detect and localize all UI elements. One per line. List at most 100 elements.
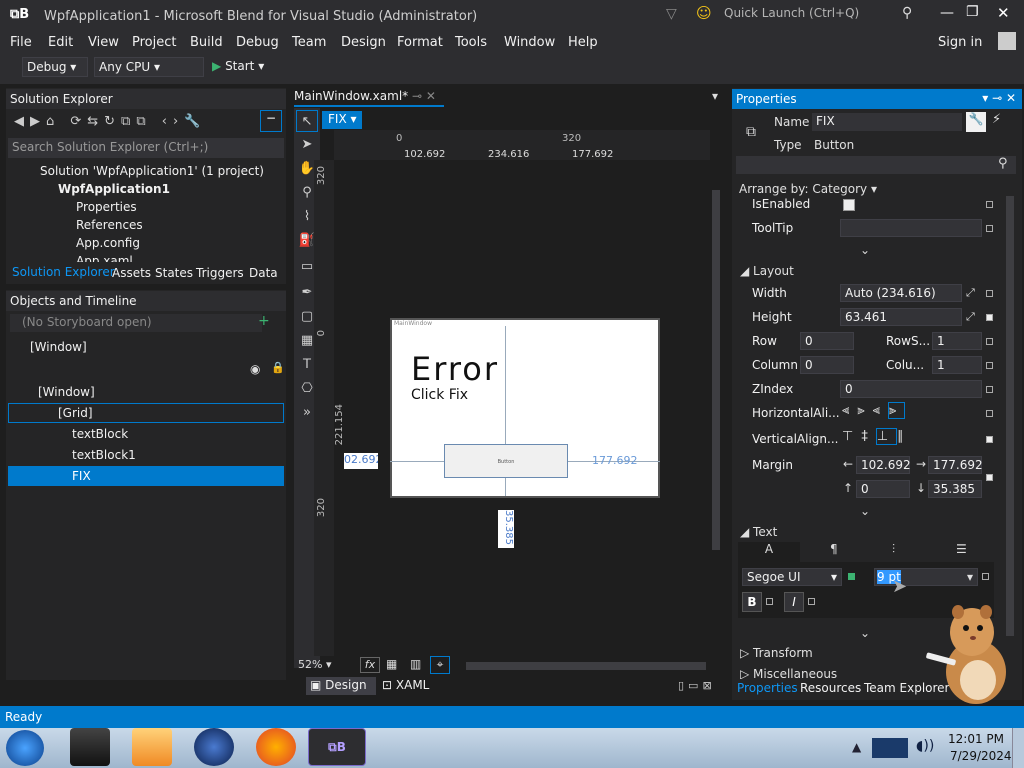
tray-volume-icon[interactable]: ◖)) (916, 738, 934, 754)
snap-lines-icon[interactable]: ⌖ (430, 656, 450, 674)
italic-marker[interactable] (808, 598, 815, 605)
fx-button[interactable]: fx (360, 657, 380, 673)
margin-bottom-field[interactable]: 35.385 (498, 510, 514, 548)
snap-grid-icon[interactable]: ▥ (410, 657, 421, 671)
row-input[interactable]: 0 (800, 332, 854, 350)
paragraph-tab-icon[interactable]: ¶ (830, 542, 838, 556)
italic-button[interactable]: I (784, 592, 804, 612)
tray-expand-icon[interactable]: ▲ (852, 740, 861, 754)
margin-left-field[interactable]: 02.692 (344, 453, 378, 469)
menu-debug[interactable]: Debug (236, 35, 279, 50)
expand-common-icon[interactable]: ⌄ (860, 243, 870, 257)
tray-network-icon[interactable] (872, 738, 908, 758)
transform-section-header[interactable]: ▷ Transform (740, 646, 813, 660)
add-storyboard-button[interactable]: + (258, 313, 270, 329)
layout-section-header[interactable]: ◢ Layout (740, 264, 794, 278)
zindex-input[interactable]: 0 (840, 380, 982, 398)
appconfig-node[interactable]: App.config (76, 236, 140, 250)
menu-team[interactable]: Team (292, 35, 326, 50)
height-marker[interactable] (986, 314, 993, 321)
menu-view[interactable]: View (88, 35, 119, 50)
direct-select-icon[interactable]: ➤ (296, 134, 318, 156)
properties-wrench-button[interactable]: 🔧 (966, 112, 986, 132)
property-search-input[interactable] (736, 156, 1016, 174)
storyboard-field[interactable]: (No Storyboard open) (10, 314, 262, 332)
visibility-eye-icon[interactable]: ◉ (250, 362, 260, 376)
margin-bottom-input[interactable]: 35.385 (928, 480, 982, 498)
appxaml-node[interactable]: App.xaml (76, 254, 133, 262)
bold-marker[interactable] (766, 598, 773, 605)
arrange-by-dropdown[interactable]: Arrange by: Category ▾ (739, 182, 877, 196)
solution-node[interactable]: Solution 'WpfApplication1' (1 project) (40, 164, 264, 178)
start-button[interactable]: ▶ Start ▾ (212, 59, 264, 73)
isenabled-checkbox[interactable] (843, 199, 855, 211)
selection-tool-icon[interactable]: ↖ (296, 110, 318, 132)
collapse-button[interactable]: − (260, 110, 282, 132)
font-family-marker[interactable] (848, 573, 855, 580)
notification-flag-icon[interactable]: ▽ (666, 6, 677, 22)
tooltip-input[interactable] (840, 219, 982, 237)
artboard-subtext[interactable]: Click Fix (411, 387, 468, 403)
sign-in-link[interactable]: Sign in (938, 35, 982, 50)
font-size-dropdown[interactable]: 9 pt ▾ (874, 568, 978, 586)
tab-assets[interactable]: Assets (112, 266, 151, 280)
taskbar-globe-icon[interactable] (194, 728, 234, 766)
misc-section-header[interactable]: ▷ Miscellaneous (740, 667, 837, 679)
fix-button-preview[interactable]: Button (444, 444, 568, 478)
root-scope[interactable]: [Window] (30, 340, 87, 354)
project-node[interactable]: WpfApplication1 (58, 182, 170, 196)
indent-tab-icon[interactable]: ⫶ (892, 542, 895, 557)
start-orb-icon[interactable] (6, 730, 44, 766)
quick-launch-input[interactable]: Quick Launch (Ctrl+Q) (724, 6, 859, 20)
expand-layout-icon[interactable]: ⌄ (860, 504, 870, 518)
column-marker[interactable] (986, 362, 993, 369)
platform-dropdown[interactable]: Any CPU ▾ (94, 57, 204, 77)
references-node[interactable]: References (76, 218, 143, 232)
close-button[interactable]: ✕ (997, 4, 1010, 22)
height-input[interactable]: 63.461 (840, 308, 962, 326)
artboard-heading[interactable]: Error (411, 350, 499, 388)
tree-window[interactable]: [Window] (38, 385, 95, 399)
tooltip-marker[interactable] (986, 225, 993, 232)
tab-resources[interactable]: Resources (800, 681, 861, 695)
margin-top-input[interactable]: 0 (856, 480, 910, 498)
tab-states[interactable]: States (155, 266, 193, 280)
editor-tab-dropdown[interactable]: ▾ (712, 89, 718, 103)
margin-left-input[interactable]: 102.692 (856, 456, 911, 474)
vertical-scrollbar[interactable] (712, 190, 720, 550)
width-input[interactable]: Auto (234.616) (840, 284, 962, 302)
halign-buttons[interactable]: ⫷⫸⫷⫸ (842, 402, 906, 419)
config-dropdown[interactable]: Debug ▾ (22, 57, 88, 77)
zoom-dropdown[interactable]: 52% ▾ (298, 658, 354, 674)
taskbar-firefox-icon[interactable] (256, 728, 296, 766)
text-section-header[interactable]: ◢ Text (740, 525, 777, 539)
colspan-input[interactable]: 1 (932, 356, 982, 374)
valign-buttons[interactable]: ⊤‡⊥∥ (842, 428, 912, 445)
taskbar-media-icon[interactable] (132, 728, 172, 766)
menu-build[interactable]: Build (190, 35, 223, 50)
taskbar-blend-icon[interactable]: ⧉B (308, 728, 366, 766)
list-tab-icon[interactable]: ☰ (956, 542, 967, 556)
valign-marker[interactable] (986, 436, 993, 443)
font-size-marker[interactable] (982, 573, 989, 580)
tree-textblock[interactable]: textBlock (72, 427, 128, 441)
bold-button[interactable]: B (742, 592, 762, 612)
grid-toggle-icon[interactable]: ▦ (386, 657, 397, 671)
name-input[interactable]: FIX (812, 113, 962, 131)
events-lightning-button[interactable]: ⚡ (992, 112, 1001, 127)
editor-tab[interactable]: MainWindow.xaml* ⊸ ✕ (294, 89, 444, 107)
rowspan-input[interactable]: 1 (932, 332, 982, 350)
tab-properties[interactable]: Properties (737, 681, 798, 695)
tab-solution-explorer[interactable]: Solution Explorer (12, 265, 115, 279)
design-view-tab[interactable]: ▣ Design (306, 677, 376, 695)
font-tab-icon[interactable]: A (738, 542, 800, 562)
tab-data[interactable]: Data (249, 266, 278, 280)
margin-right-input[interactable]: 177.692 (928, 456, 983, 474)
tree-fix[interactable]: FIX (72, 469, 91, 483)
show-desktop-button[interactable] (1012, 728, 1024, 768)
element-breadcrumb[interactable]: FIX ▾ (322, 111, 362, 129)
solution-search-input[interactable]: Search Solution Explorer (Ctrl+;) (8, 138, 284, 158)
clock-time[interactable]: 12:01 PM (948, 732, 1004, 746)
menu-design[interactable]: Design (341, 35, 386, 50)
expand-text-icon[interactable]: ⌄ (860, 626, 870, 640)
